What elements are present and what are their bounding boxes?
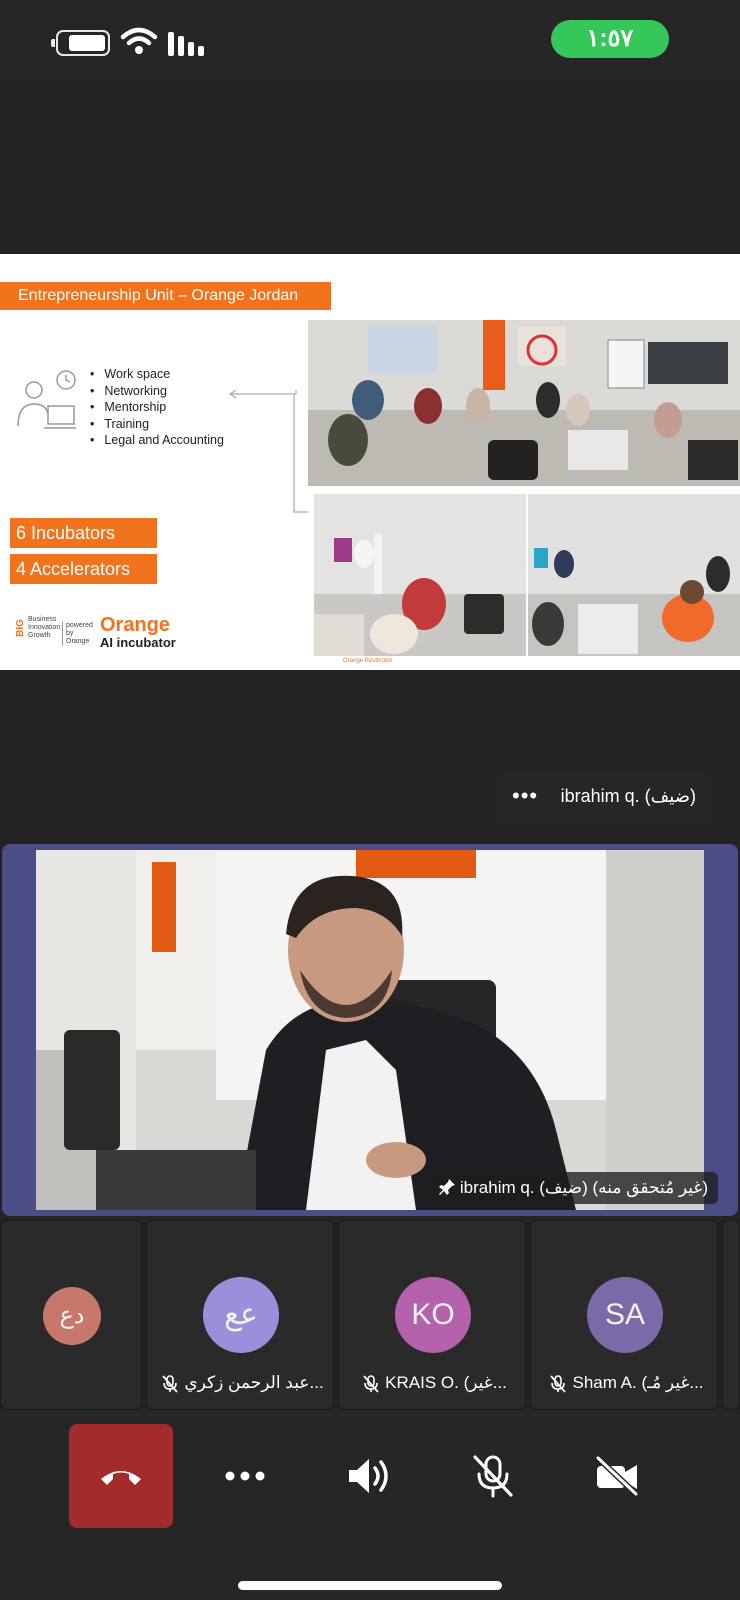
list-item: Work space xyxy=(90,366,224,383)
participant-tile[interactable]: SA Sham A. (غير مُـ... xyxy=(530,1220,718,1410)
connector-arrow-icon xyxy=(228,389,308,513)
participant-tile[interactable]: عع عبد الرحمن زكري... xyxy=(146,1220,334,1410)
home-indicator[interactable] xyxy=(238,1581,502,1590)
camera-off-icon xyxy=(595,1456,639,1496)
mic-off-icon xyxy=(162,1374,178,1393)
big-logo-line: Business xyxy=(28,616,57,623)
list-item: Legal and Accounting xyxy=(90,432,224,449)
signal-icon xyxy=(168,30,208,56)
mic-off-icon xyxy=(363,1374,379,1393)
avatar: SA xyxy=(587,1277,663,1353)
big-logo: BIG Business Innovation Growth powered b… xyxy=(14,616,93,646)
accelerators-badge: 4 Accelerators xyxy=(10,554,157,584)
slide-title: Entrepreneurship Unit – Orange Jordan xyxy=(0,282,331,310)
main-video-tile[interactable]: ibrahim q. (ضيف) (غير مُتحقق منه) xyxy=(2,844,738,1216)
speaker-volume-icon xyxy=(349,1459,388,1493)
participant-tile-partial[interactable] xyxy=(722,1220,740,1410)
speaker-name: ibrahim q. (ضيف) xyxy=(560,786,696,806)
avatar: KO xyxy=(395,1277,471,1353)
participant-name: Sham A. (غير مُـ... xyxy=(572,1373,704,1392)
participant-name: عبد الرحمن زكري... xyxy=(184,1373,324,1392)
participant-strip[interactable]: دع عع عبد الرحمن زكري... KO KRAIS O. (غي… xyxy=(0,1220,740,1410)
powered-by-orange: powered by Orange xyxy=(62,622,93,646)
mute-mic-button[interactable] xyxy=(441,1424,545,1528)
more-horizontal-icon[interactable]: ••• xyxy=(512,784,538,808)
wifi-icon xyxy=(120,27,158,54)
list-item: Training xyxy=(90,416,224,433)
shared-slide: Entrepreneurship Unit – Orange Jordan Wo… xyxy=(0,254,740,670)
mic-off-icon xyxy=(550,1374,567,1393)
camera-button[interactable] xyxy=(565,1424,669,1528)
participant-tile[interactable]: KO KRAIS O. (غير... xyxy=(338,1220,526,1410)
speaker-button[interactable] xyxy=(317,1424,421,1528)
office-photo-left xyxy=(314,494,526,656)
participant-name-row: Sham A. (غير مُـ... xyxy=(531,1373,717,1393)
ai-incubator-label: AI incubator xyxy=(100,635,176,650)
orange-logo: Orange xyxy=(100,614,171,636)
list-item: Networking xyxy=(90,383,224,400)
big-logo-line: Growth xyxy=(28,632,51,639)
participant-tile[interactable]: دع xyxy=(0,1220,142,1410)
pin-icon xyxy=(438,1179,455,1195)
office-photo-right xyxy=(528,494,740,656)
service-list: Work space Networking Mentorship Trainin… xyxy=(90,366,224,449)
participant-name-row: KRAIS O. (غير... xyxy=(339,1373,525,1393)
list-item: Mentorship xyxy=(90,399,224,416)
more-horizontal-icon xyxy=(225,1471,265,1481)
hang-up-icon xyxy=(101,1471,141,1485)
avatar: عع xyxy=(203,1277,279,1353)
office-photo-large xyxy=(308,320,740,486)
video-participant-name: ibrahim q. (ضيف) (غير مُتحقق منه) xyxy=(459,1178,708,1197)
avatar: دع xyxy=(43,1287,101,1345)
end-call-button[interactable] xyxy=(69,1424,173,1528)
battery-icon xyxy=(51,30,110,56)
speaker-video xyxy=(36,850,704,1210)
more-options-button[interactable] xyxy=(193,1424,297,1528)
mic-off-icon xyxy=(473,1455,513,1498)
video-participant-label: ibrahim q. (ضيف) (غير مُتحقق منه) xyxy=(429,1172,718,1204)
call-controls xyxy=(0,1410,740,1600)
participant-name-row: عبد الرحمن زكري... xyxy=(147,1373,333,1393)
person-computer-icon xyxy=(17,370,76,429)
status-bar: ١:٥٧ xyxy=(0,0,740,80)
big-logo-line: Innovation xyxy=(28,624,61,631)
incubators-badge: 6 Incubators xyxy=(10,518,157,548)
active-speaker-pill[interactable]: ••• ibrahim q. (ضيف) xyxy=(494,772,714,824)
big-logo-mark: BIG xyxy=(14,619,26,637)
status-time: ١:٥٧ xyxy=(551,20,669,58)
restricted-label: Orange Restricted xyxy=(343,658,392,664)
participant-name: KRAIS O. (غير... xyxy=(385,1373,507,1392)
